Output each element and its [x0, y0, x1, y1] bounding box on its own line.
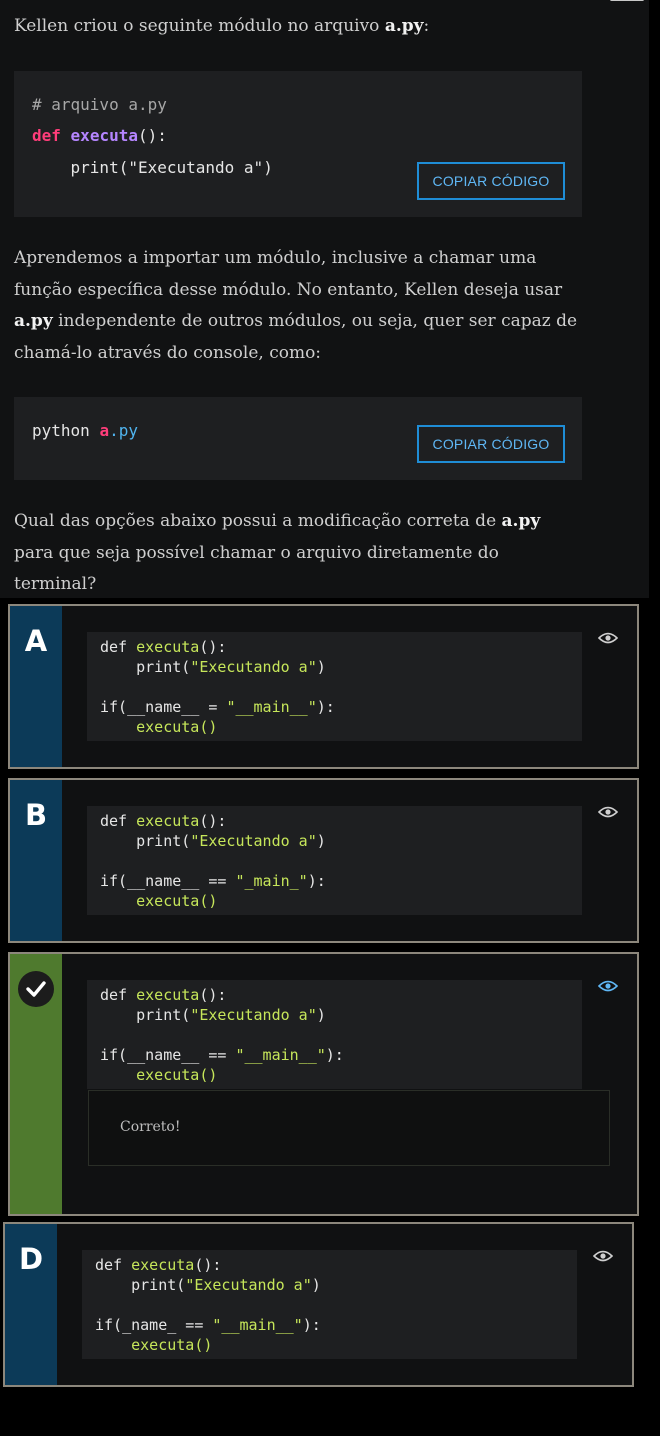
eye-icon[interactable] — [598, 805, 618, 819]
copy-code-button[interactable]: COPIAR CÓDIGO — [417, 425, 565, 463]
eye-icon[interactable] — [598, 979, 618, 993]
alternative-code: def executa(): print("Executando a") if(… — [87, 806, 582, 915]
question-text: Qual das opções abaixo possui a modifica… — [14, 511, 541, 594]
exercise-panel: Kellen criou o seguinte módulo no arquiv… — [0, 0, 649, 598]
alternative-b[interactable]: B def executa(): print("Executando a") i… — [8, 778, 639, 943]
alternative-letter: B — [10, 780, 62, 941]
code-block-module: # arquivo a.py def executa(): print("Exe… — [14, 71, 582, 217]
alternative-c[interactable]: def executa(): print("Executando a") if(… — [8, 952, 639, 1216]
code-comment: # arquivo a.py — [32, 95, 167, 114]
alternative-code: def executa(): print("Executando a") if(… — [87, 632, 582, 741]
check-icon — [18, 971, 54, 1007]
alternative-letter-correct — [10, 954, 62, 1214]
scroll-handle[interactable] — [610, 0, 644, 1]
file-name: a.py — [384, 16, 424, 36]
intro-text: Kellen criou o seguinte módulo no arquiv… — [14, 16, 430, 36]
explanation-text: Aprendemos a importar um módulo, inclusi… — [14, 248, 578, 363]
alternative-d[interactable]: D def executa(): print("Executando a") i… — [3, 1222, 634, 1387]
feedback-text: Correto! — [120, 1119, 181, 1135]
copy-code-button[interactable]: COPIAR CÓDIGO — [417, 162, 565, 200]
console-command: python a.py — [32, 421, 138, 440]
alternative-letter: A — [10, 606, 62, 767]
code-def-line: def executa(): — [32, 126, 167, 145]
alternative-a[interactable]: A def executa(): print("Executando a") i… — [8, 604, 639, 769]
alternative-code: def executa(): print("Executando a") if(… — [82, 1250, 577, 1359]
code-print-line: print("Executando a") — [32, 158, 273, 177]
eye-icon[interactable] — [598, 631, 618, 645]
alternative-code: def executa(): print("Executando a") if(… — [87, 980, 582, 1089]
alternative-letter: D — [5, 1224, 57, 1385]
code-block-command: python a.py COPIAR CÓDIGO — [14, 397, 582, 480]
eye-icon[interactable] — [593, 1249, 613, 1263]
feedback-box: Correto! — [88, 1090, 610, 1166]
